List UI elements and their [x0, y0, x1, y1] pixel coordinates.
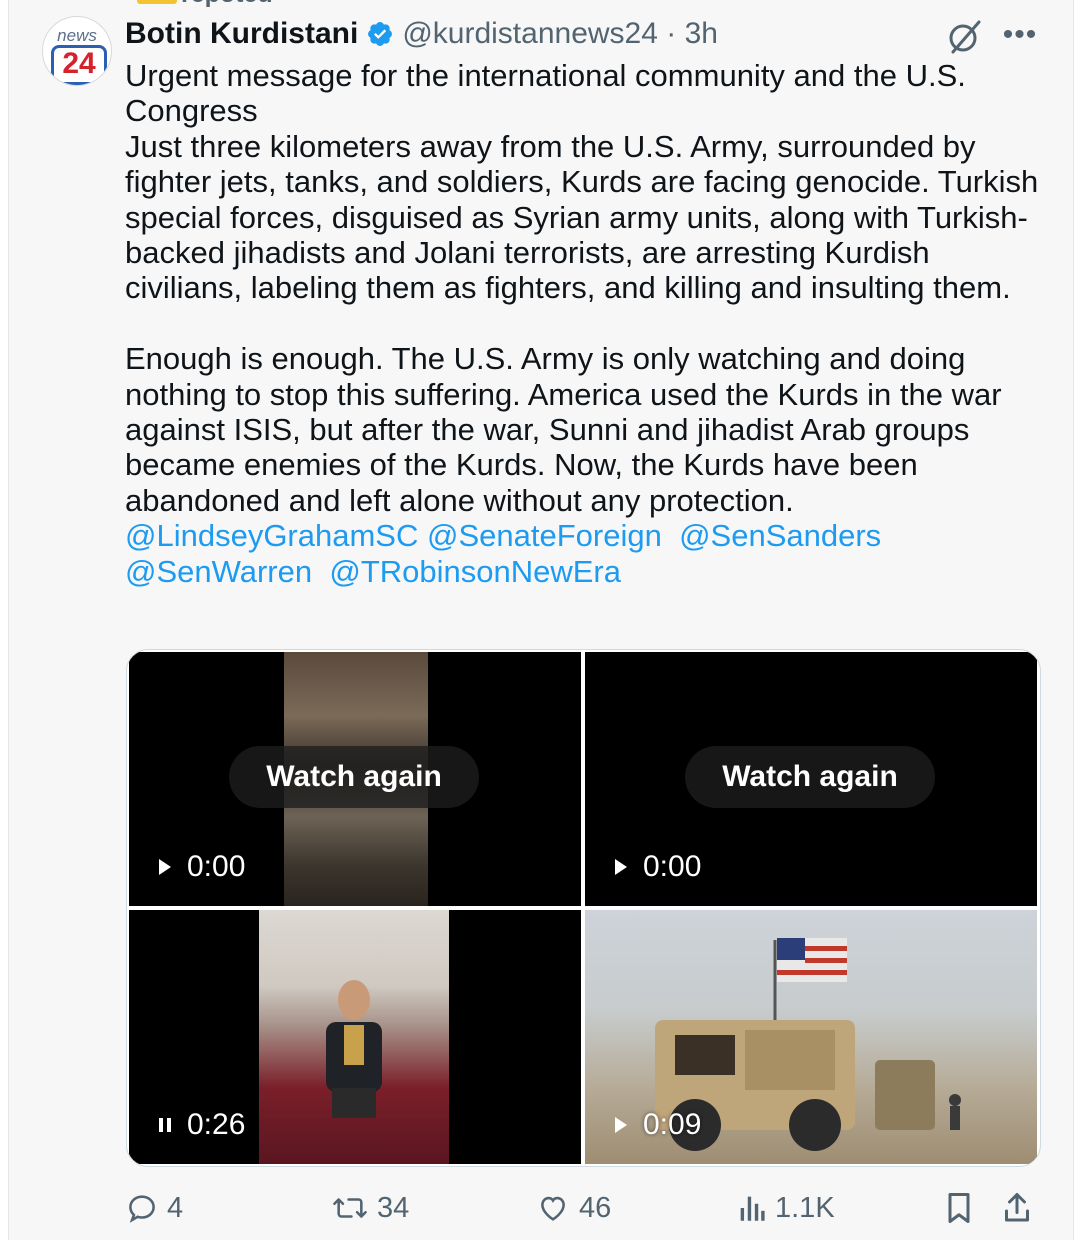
- video-timestamp[interactable]: 0:00: [613, 850, 701, 884]
- mention-link[interactable]: @SenateForeign: [427, 518, 662, 553]
- mention-link[interactable]: @SenWarren: [125, 554, 312, 589]
- like-button[interactable]: 46: [535, 1186, 611, 1230]
- mention-link[interactable]: @TRobinsonNewEra: [329, 554, 621, 589]
- author-name[interactable]: Botin Kurdistani: [125, 17, 358, 51]
- video-time: 0:00: [643, 850, 702, 883]
- video-timestamp[interactable]: 0:09: [613, 1108, 701, 1142]
- play-icon: [615, 859, 627, 875]
- mention-link[interactable]: @LindseyGrahamSC: [125, 518, 418, 553]
- bookmark-button[interactable]: [943, 1186, 983, 1230]
- bookmark-icon: [948, 1193, 970, 1223]
- share-icon: [1005, 1193, 1029, 1222]
- video-time: 0:09: [643, 1108, 702, 1141]
- avatar-badge-number: 24: [51, 45, 107, 85]
- person-figure: [326, 980, 382, 1118]
- tweet-card[interactable]: repoted news 24 Botin Kurdistani @kurdis…: [8, 0, 1074, 1240]
- video-timestamp[interactable]: 0:00: [157, 850, 245, 884]
- tweet-text: Urgent message for the international com…: [125, 58, 1055, 589]
- avatar[interactable]: news 24: [42, 16, 112, 86]
- video-tile[interactable]: 0:09: [585, 910, 1037, 1164]
- view-count: 1.1K: [775, 1191, 835, 1224]
- repost-button[interactable]: 34: [331, 1186, 409, 1230]
- more-icon[interactable]: •••: [1001, 16, 1039, 54]
- views-button[interactable]: 1.1K: [737, 1186, 835, 1230]
- repost-icon: [333, 1198, 367, 1218]
- video-thumbnail: [259, 910, 449, 1164]
- media-grid: Watch again 0:00 Watch again 0:00 0:26 0…: [126, 649, 1041, 1167]
- tweet-body: Urgent message for the international com…: [125, 58, 1039, 518]
- avatar-news-text: news: [57, 26, 97, 45]
- repost-user-emoji: [137, 0, 177, 5]
- play-icon: [615, 1117, 627, 1133]
- tweet-header: Botin Kurdistani @kurdistannews24 · 3h: [125, 14, 718, 54]
- watch-again-button[interactable]: Watch again: [685, 746, 935, 808]
- video-timestamp[interactable]: 0:26: [157, 1108, 245, 1142]
- video-tile[interactable]: Watch again 0:00: [585, 652, 1037, 906]
- reply-button[interactable]: 4: [125, 1186, 183, 1230]
- pause-icon: [159, 1118, 171, 1132]
- repost-banner: repoted: [133, 0, 273, 8]
- play-icon: [159, 859, 171, 875]
- video-tile[interactable]: 0:26: [129, 910, 581, 1164]
- video-time: 0:00: [187, 850, 246, 883]
- video-time: 0:26: [187, 1108, 246, 1141]
- action-bar: 4 34 46 1.1K: [125, 1186, 1045, 1230]
- reply-count: 4: [167, 1191, 184, 1224]
- grok-icon[interactable]: [945, 18, 985, 56]
- watch-again-button[interactable]: Watch again: [229, 746, 479, 808]
- repost-banner-text: repoted: [181, 0, 273, 8]
- views-icon: [740, 1196, 765, 1221]
- author-handle-and-time[interactable]: @kurdistannews24 · 3h: [402, 17, 718, 51]
- reply-icon: [129, 1195, 155, 1223]
- share-button[interactable]: [1001, 1186, 1041, 1230]
- like-count: 46: [579, 1191, 612, 1224]
- video-tile[interactable]: Watch again 0:00: [129, 652, 581, 906]
- mention-link[interactable]: @SenSanders: [679, 518, 881, 553]
- like-icon: [541, 1196, 565, 1221]
- verified-badge-icon: [366, 20, 394, 48]
- repost-count: 34: [377, 1191, 410, 1224]
